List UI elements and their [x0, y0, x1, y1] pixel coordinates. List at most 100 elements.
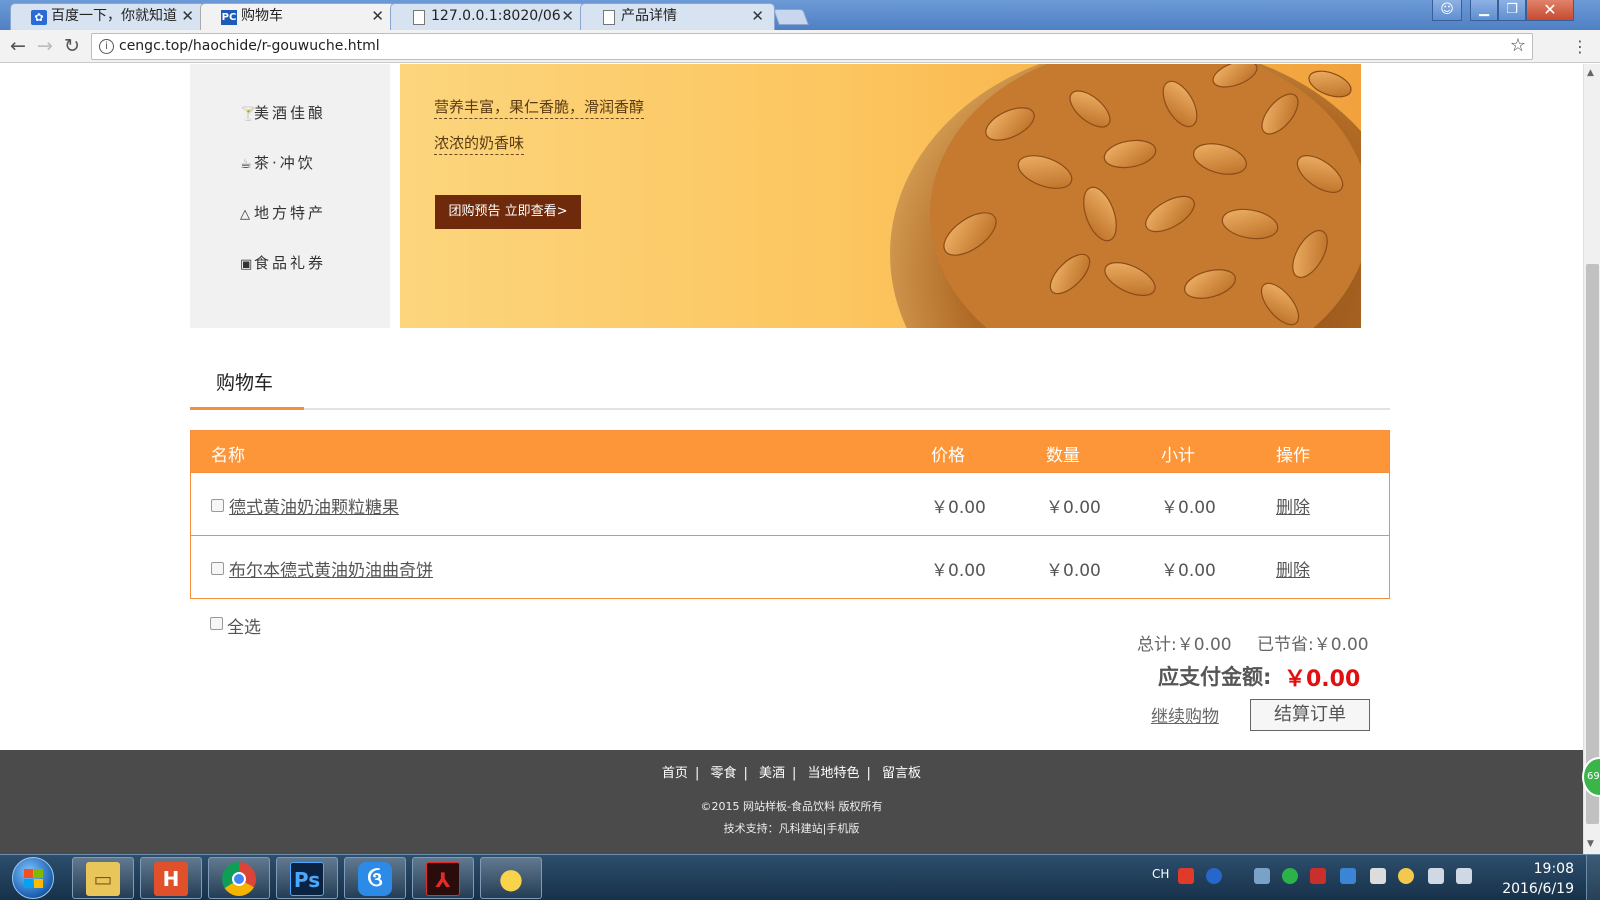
- minimize-button[interactable]: ▁: [1470, 0, 1498, 21]
- photoshop-icon: Ps: [290, 862, 324, 896]
- address-bar[interactable]: i cengc.top/haochide/r-gouwuche.html ☆: [91, 33, 1533, 60]
- weather-icon[interactable]: [1398, 868, 1414, 884]
- page-icon: [603, 10, 615, 25]
- new-tab-button[interactable]: [773, 9, 809, 25]
- help-icon[interactable]: [1206, 868, 1222, 884]
- pdf-icon: ⅄: [426, 862, 460, 896]
- clock-date: 2016/6/19: [1502, 881, 1574, 897]
- row-checkbox[interactable]: [211, 562, 224, 575]
- sidebar-item-label: 食品礼券: [254, 254, 327, 272]
- tab-close-icon[interactable]: ✕: [561, 4, 574, 29]
- footer-links: 首页 | 零食 | 美酒 | 当地特色 | 留言板: [661, 766, 922, 781]
- footer-copyright: ©2015 网站样板-食品饮料 版权所有: [700, 800, 883, 813]
- mountain-icon: △: [240, 207, 250, 222]
- tab-close-icon[interactable]: ✕: [371, 4, 384, 29]
- product-name-link[interactable]: 德式黄油奶油颗粒糖果: [229, 493, 399, 518]
- back-arrow-icon[interactable]: ←: [10, 35, 26, 57]
- qty-cell: ￥0.00: [1046, 561, 1101, 581]
- tab-title: 购物车: [241, 8, 283, 24]
- tab-title: 产品详情: [621, 8, 677, 24]
- sogou-icon[interactable]: [1178, 868, 1194, 884]
- select-all-checkbox[interactable]: [210, 617, 223, 630]
- menu-icon[interactable]: ⋮: [1572, 37, 1588, 56]
- scroll-down-icon[interactable]: ▼: [1587, 839, 1594, 849]
- info-icon[interactable]: i: [99, 39, 114, 54]
- banner-cta-button[interactable]: 团购预告 立即查看>: [435, 195, 581, 229]
- gift-box-icon: ▣: [240, 257, 253, 272]
- tab-product[interactable]: 产品详情 ✕: [580, 3, 775, 30]
- bookmark-star-icon[interactable]: ☆: [1510, 35, 1526, 56]
- tea-cup-icon: ☕: [240, 157, 252, 172]
- almond-bowl-image: [890, 64, 1361, 328]
- tab-title: 百度一下，你就知道: [51, 8, 177, 24]
- vertical-scrollbar[interactable]: ▲ ▼: [1583, 64, 1600, 854]
- windows-logo-icon: [24, 869, 44, 889]
- site-footer: 首页 | 零食 | 美酒 | 当地特色 | 留言板 ©2015 网站样板-食品饮料 版权…: [0, 750, 1583, 854]
- tab-cart[interactable]: PC 购物车 ✕: [200, 3, 395, 31]
- product-name-link[interactable]: 布尔本德式黄油奶油曲奇饼: [229, 556, 433, 581]
- row-checkbox[interactable]: [211, 499, 224, 512]
- taskbar-chrome[interactable]: [208, 857, 270, 899]
- page-icon: [413, 10, 425, 25]
- start-button[interactable]: [12, 857, 54, 899]
- network-icon[interactable]: [1428, 868, 1444, 884]
- taskbar-qq-browser[interactable]: ઉ: [344, 857, 406, 899]
- input-language[interactable]: CH: [1152, 867, 1169, 881]
- plus-icon[interactable]: [1282, 868, 1298, 884]
- column-header-subtotal: 小计: [1161, 446, 1195, 466]
- tab-close-icon[interactable]: ✕: [751, 4, 764, 29]
- sidebar-item-tea[interactable]: ☕ 茶·冲饮: [240, 152, 316, 173]
- tab-localhost[interactable]: 127.0.0.1:8020/06 ✕: [390, 3, 585, 30]
- wine-glass-icon: 🍸: [240, 107, 257, 122]
- app-tray-icon[interactable]: [1340, 868, 1356, 884]
- device-icon[interactable]: [1370, 868, 1386, 884]
- delete-link[interactable]: 删除: [1276, 493, 1310, 518]
- scroll-up-icon[interactable]: ▲: [1587, 68, 1594, 78]
- sidebar-item-voucher[interactable]: ▣ 食品礼券: [240, 252, 326, 273]
- chrome-icon: [222, 862, 256, 896]
- delete-link[interactable]: 删除: [1276, 556, 1310, 581]
- taskbar-acrobat[interactable]: ⅄: [412, 857, 474, 899]
- taskbar-explorer[interactable]: ▭: [72, 857, 134, 899]
- subtotal-cell: ￥0.00: [1161, 498, 1216, 518]
- pc-icon: PC: [221, 10, 237, 25]
- reload-icon[interactable]: ↻: [64, 35, 80, 57]
- footer-support[interactable]: 技术支持：凡科建站|手机版: [0, 820, 1583, 836]
- show-desktop-button[interactable]: [1586, 855, 1600, 900]
- maximize-button[interactable]: ❐: [1498, 0, 1526, 21]
- footer-link-wine[interactable]: 美酒: [759, 766, 785, 781]
- sidebar-item-label: 美酒佳酿: [254, 104, 327, 122]
- section-divider: [190, 408, 1390, 410]
- chart-icon[interactable]: [1310, 868, 1326, 884]
- sidebar-item-label: 茶·冲饮: [254, 154, 316, 172]
- taskbar-hbuilder[interactable]: H: [140, 857, 202, 899]
- scrollbar-thumb[interactable]: [1586, 264, 1599, 824]
- network-monitor-icon[interactable]: [1254, 868, 1270, 884]
- close-window-button[interactable]: ✕: [1526, 0, 1574, 21]
- tab-close-icon[interactable]: ✕: [181, 4, 194, 29]
- saved-text: 已节省:￥0.00: [1257, 635, 1369, 655]
- chat-bubble-icon: ●: [498, 862, 524, 895]
- checkout-button[interactable]: 结算订单: [1250, 699, 1370, 731]
- cart-table-header: 名称 价格 数量 小计 操作: [191, 431, 1389, 472]
- footer-link-snacks[interactable]: 零食: [710, 766, 736, 781]
- browser-tab-strip: ✿ 百度一下，你就知道 ✕ PC 购物车 ✕ 127.0.0.1:8020/06…: [0, 0, 1600, 31]
- footer-link-home[interactable]: 首页: [662, 766, 688, 781]
- promo-banner[interactable]: 营养丰富，果仁香脆，滑润香醇 浓浓的奶香味 团购预告 立即查看>: [400, 64, 1361, 328]
- windows-taskbar: ▭ H Ps ઉ ⅄ ● CH 19:08 2016/6/19: [0, 854, 1600, 900]
- qty-cell: ￥0.00: [1046, 498, 1101, 518]
- browser-app-icon: ઉ: [358, 862, 392, 896]
- sidebar-item-wine[interactable]: 🍸美酒佳酿: [240, 102, 326, 123]
- forward-arrow-icon[interactable]: →: [37, 35, 53, 57]
- continue-shopping-link[interactable]: 继续购物: [1151, 702, 1219, 727]
- taskbar-messenger[interactable]: ●: [480, 857, 542, 899]
- footer-link-guestbook[interactable]: 留言板: [882, 766, 921, 781]
- sidebar-item-specialty[interactable]: △ 地方特产: [240, 202, 326, 223]
- profile-button[interactable]: ☺: [1432, 0, 1462, 21]
- volume-icon[interactable]: [1456, 868, 1472, 884]
- system-clock[interactable]: 19:08 2016/6/19: [1502, 859, 1574, 899]
- taskbar-photoshop[interactable]: Ps: [276, 857, 338, 899]
- tab-baidu[interactable]: ✿ 百度一下，你就知道 ✕: [10, 3, 205, 30]
- url-text[interactable]: cengc.top/haochide/r-gouwuche.html: [119, 38, 380, 54]
- footer-link-local[interactable]: 当地特色: [808, 766, 860, 781]
